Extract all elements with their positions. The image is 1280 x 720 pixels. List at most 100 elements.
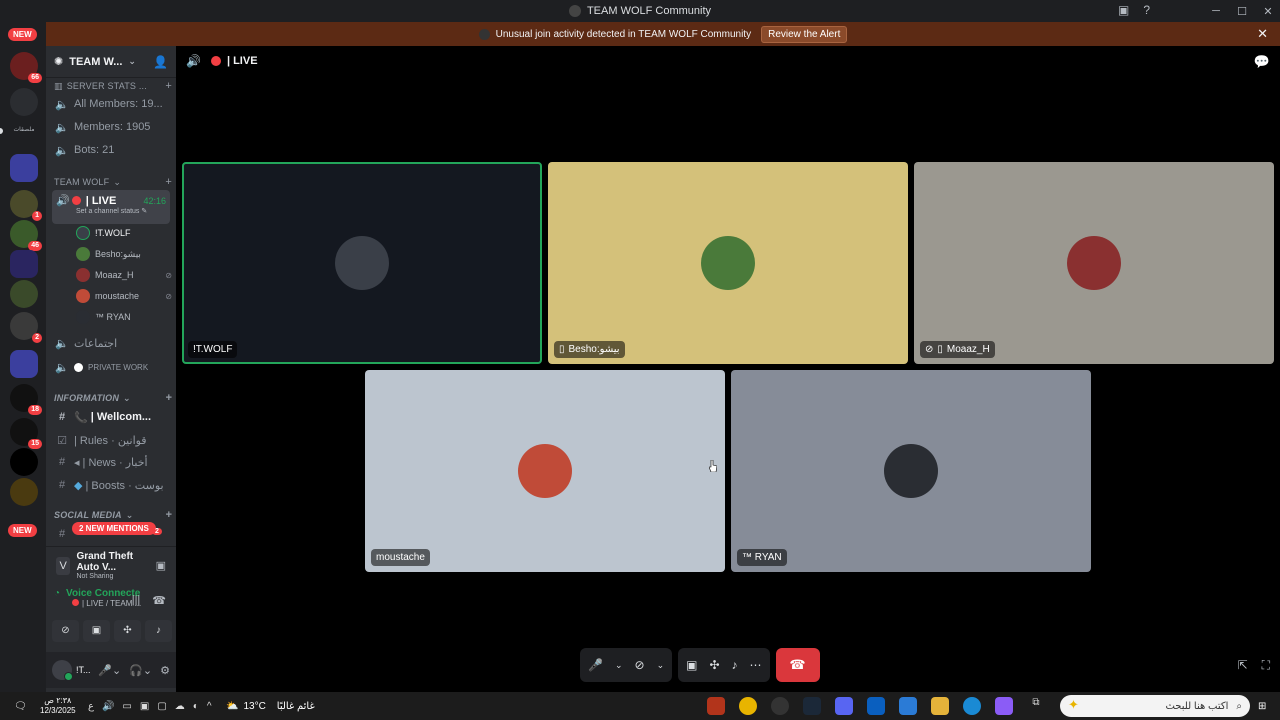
disconnect-icon[interactable]: ☎ (152, 594, 166, 607)
screen-share-icon[interactable]: ▣ (156, 559, 166, 572)
video-tile[interactable]: ⊘ ▯ Moaaz_H (914, 162, 1274, 364)
fullscreen-icon[interactable]: ⛶ (1262, 658, 1270, 673)
disconnect-button[interactable]: ☎ (775, 648, 820, 682)
more-icon[interactable]: ⋯ (750, 658, 762, 672)
maximize-button[interactable]: ☐ (1230, 5, 1254, 18)
new-pill[interactable]: NEW (8, 28, 37, 41)
add-channel-icon[interactable]: + (165, 176, 172, 188)
video-tile[interactable]: moustache (365, 370, 725, 572)
channel-members[interactable]: 🔈 Members: 1905 (54, 117, 172, 137)
server-icon[interactable] (10, 88, 38, 116)
user-name[interactable]: !T... (76, 665, 98, 675)
notification-icon[interactable]: 🗨 (14, 692, 27, 720)
channel-bots[interactable]: 🔈 Bots: 21 (54, 140, 172, 160)
signal-icon[interactable]: ◔ (54, 588, 60, 599)
server-header[interactable]: ✺ TEAM W... ⌄ 👤 (46, 46, 176, 78)
avatar[interactable] (52, 660, 73, 681)
voice-user[interactable]: Besho:بيشو (76, 245, 172, 263)
server-icon[interactable]: 66 (10, 52, 42, 83)
add-channel-icon[interactable]: + (165, 392, 172, 404)
voice-user[interactable]: ™ RYAN (76, 308, 172, 326)
category-team-wolf[interactable]: TEAM WOLF ⌄ + (54, 176, 172, 188)
volume-icon[interactable]: 🔊 (102, 701, 114, 712)
gear-icon[interactable]: ⚙ (160, 664, 170, 677)
video-tile[interactable]: !T.WOLF (182, 162, 542, 364)
channel-private-work[interactable]: 🔈 PRIVATE WORK (54, 357, 172, 377)
server-icon[interactable] (10, 448, 38, 476)
chevron-down-icon[interactable]: ⌄ (615, 660, 623, 671)
tray-app-icon[interactable]: ▣ (140, 701, 149, 712)
activities-icon[interactable]: ✣ (709, 658, 719, 672)
folder-icon[interactable] (10, 350, 38, 378)
channel-boosts[interactable]: # ◆ | Boosts · بوست (54, 475, 172, 495)
channel-news[interactable]: # ◂ | News · أخبار (54, 452, 172, 472)
channel-welcome[interactable]: # 📞 | Wellcom... (54, 407, 172, 427)
video-tile[interactable]: ™ RYAN (731, 370, 1091, 572)
activities-button[interactable]: ✣ (114, 620, 141, 642)
channel-rules[interactable]: ☑ | Rules · قوانين (54, 430, 172, 450)
channel-live-active[interactable]: 🔊 | LIVE 42:16 Set a channel status ✎ (52, 190, 170, 224)
new-pill[interactable]: NEW (8, 524, 37, 537)
server-icon[interactable] (10, 280, 38, 308)
soundboard-icon[interactable]: ♪ (732, 658, 738, 672)
close-window-button[interactable]: ✕ (1256, 5, 1280, 18)
edge-icon[interactable] (963, 697, 981, 715)
tray-app-icon[interactable]: ▢ (157, 701, 166, 712)
store-icon[interactable] (899, 697, 917, 715)
camera-off-icon[interactable]: ⊘ (635, 658, 645, 672)
soundboard-button[interactable]: ♪ (145, 620, 172, 642)
task-view-icon[interactable]: ⧉ (1027, 697, 1045, 715)
copilot-icon[interactable] (995, 697, 1013, 715)
folder-icon[interactable] (10, 154, 38, 182)
channel-status[interactable]: Set a channel status ✎ (52, 207, 170, 215)
server-icon[interactable]: 1 (10, 190, 42, 221)
tray-app-icon[interactable]: ◐ (193, 701, 199, 712)
file-explorer-icon[interactable] (931, 697, 949, 715)
headphones-icon[interactable]: 🎧⌄ (129, 664, 152, 677)
add-channel-icon[interactable]: + (165, 80, 172, 92)
chevron-up-icon[interactable]: ^ (207, 701, 212, 712)
server-icon[interactable]: 15 (10, 418, 42, 449)
server-icon[interactable] (10, 250, 38, 278)
microphone-icon[interactable]: 🎤⌄ (98, 664, 121, 677)
voice-user[interactable]: moustache ⊘ (76, 287, 172, 305)
invite-icon[interactable]: 👤 (153, 55, 168, 69)
voice-user[interactable]: !T.WOLF (76, 224, 172, 242)
video-tile[interactable]: ▯ Besho:بيشو (548, 162, 908, 364)
inbox-icon[interactable]: ▣ (1118, 3, 1129, 17)
pop-out-icon[interactable]: ⇱ (1238, 658, 1248, 673)
onedrive-icon[interactable]: ☁ (175, 701, 185, 712)
voice-user[interactable]: Moaaz_H ⊘ (76, 266, 172, 284)
microphone-icon[interactable]: 🎤 (588, 658, 603, 672)
chrome-icon[interactable] (739, 697, 757, 715)
server-icon[interactable] (10, 478, 38, 506)
discord-icon[interactable] (835, 697, 853, 715)
add-channel-icon[interactable]: + (165, 509, 172, 521)
weather-widget[interactable]: ⛅ 13°C غائم غالبًا (226, 692, 315, 720)
screen-share-icon[interactable]: ▣ (686, 658, 697, 672)
app-icon[interactable] (707, 697, 725, 715)
screen-share-button[interactable]: ▣ (83, 620, 110, 642)
app-icon[interactable] (867, 697, 885, 715)
noise-suppression-icon[interactable]: ||| (132, 594, 141, 607)
category-information[interactable]: INFORMATION ⌄ + (54, 392, 172, 404)
help-icon[interactable]: ? (1143, 3, 1150, 17)
category-social-media[interactable]: SOCIAL MEDIA ⌄ + (54, 509, 172, 521)
camera-off-button[interactable]: ⊘ (52, 620, 79, 642)
new-mentions-pill[interactable]: 2 NEW MENTIONS (72, 522, 156, 535)
server-icon[interactable]: 2 (10, 312, 42, 343)
app-icon[interactable] (771, 697, 789, 715)
close-icon[interactable]: ✕ (1257, 26, 1268, 42)
keyboard-icon[interactable]: ع (88, 701, 94, 712)
steam-icon[interactable] (803, 697, 821, 715)
minimize-button[interactable]: ─ (1204, 5, 1228, 17)
chevron-down-icon[interactable]: ⌄ (657, 660, 665, 671)
server-icon[interactable]: 46 (10, 220, 42, 251)
clock[interactable]: ٢:٣٨ ص 12/3/2025 (40, 692, 76, 720)
search-box[interactable]: ✦ اكتب هنا للبحث ⌕ (1060, 695, 1250, 717)
channel-all-members[interactable]: 🔈 All Members: 19... (54, 94, 172, 114)
category-server-stats[interactable]: ▥ SERVER STATS ... + (54, 80, 172, 92)
chat-icon[interactable]: 💬 (1254, 54, 1270, 70)
windows-start-icon[interactable]: ⊞ (1258, 692, 1266, 720)
channel-meetings[interactable]: 🔈 اجتماعات (54, 333, 172, 353)
